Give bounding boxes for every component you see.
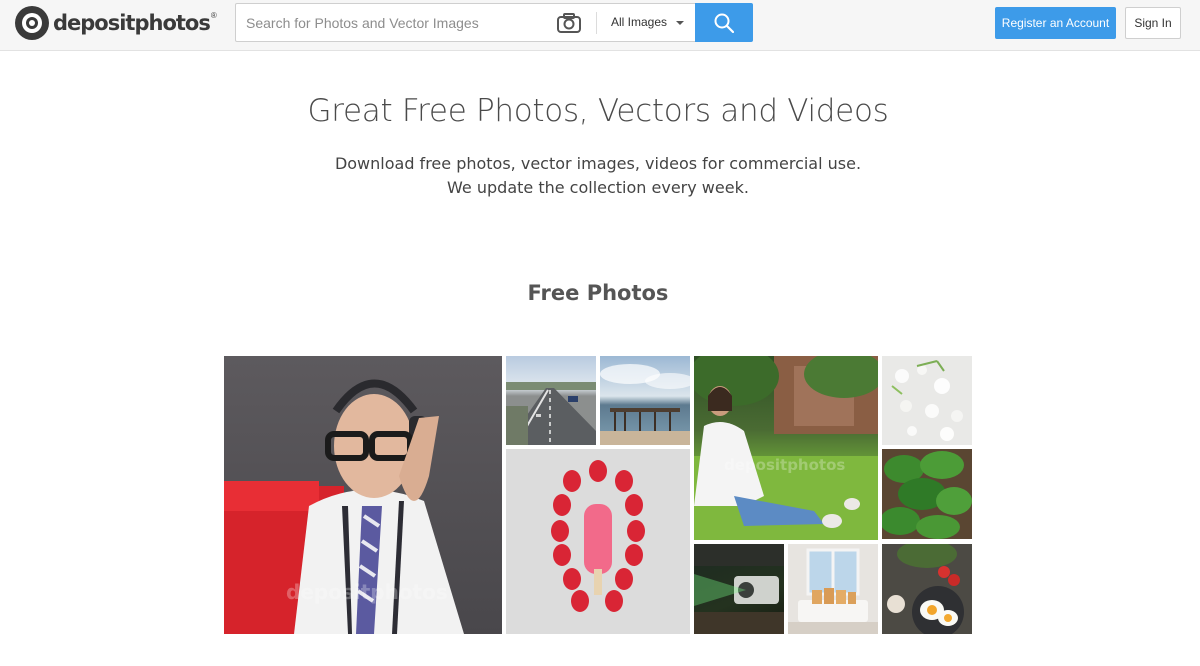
photo-white-flowers[interactable] [882,356,972,445]
photo-window-interior[interactable] [788,544,878,634]
photo-watermark: depositphotos [724,456,846,474]
page-title: Great Free Photos, Vectors and Videos [307,93,889,129]
section-title: Free Photos [527,281,669,305]
page-subtitle: Download free photos, vector images, vid… [0,152,1196,200]
registered-mark: ® [210,10,217,20]
register-button[interactable]: Register an Account [995,7,1116,39]
photo-breakfast-eggs[interactable] [882,544,972,634]
search-button[interactable] [695,3,753,42]
photo-man-headphones[interactable]: depositphotos [224,356,502,634]
search-icon [714,13,734,33]
subtitle-line-1: Download free photos, vector images, vid… [334,154,862,173]
image-type-dropdown[interactable]: All Images [611,4,685,41]
photo-strawberries-popsicle[interactable] [506,449,690,634]
camera-logo-icon [15,6,49,40]
photo-highway[interactable] [506,356,596,445]
photo-projector[interactable] [694,544,784,634]
logo[interactable]: depositphotos ® [15,6,217,40]
top-header: depositphotos ® All Images Register an A… [0,0,1200,51]
photo-watermark: depositphotos [286,580,448,604]
search-divider [596,12,597,34]
image-type-label: All Images [611,15,668,29]
signin-button[interactable]: Sign In [1125,7,1181,39]
search-bar: All Images [235,3,753,42]
chevron-down-icon [676,20,685,25]
subtitle-line-2: We update the collection every week. [447,178,749,197]
photo-woman-grass[interactable]: depositphotos [694,356,878,540]
search-input[interactable] [236,4,556,41]
logo-text: depositphotos [53,11,211,35]
photo-pier-sea[interactable] [600,356,690,445]
photo-spinach-plants[interactable] [882,449,972,539]
camera-search-icon[interactable] [556,11,582,35]
